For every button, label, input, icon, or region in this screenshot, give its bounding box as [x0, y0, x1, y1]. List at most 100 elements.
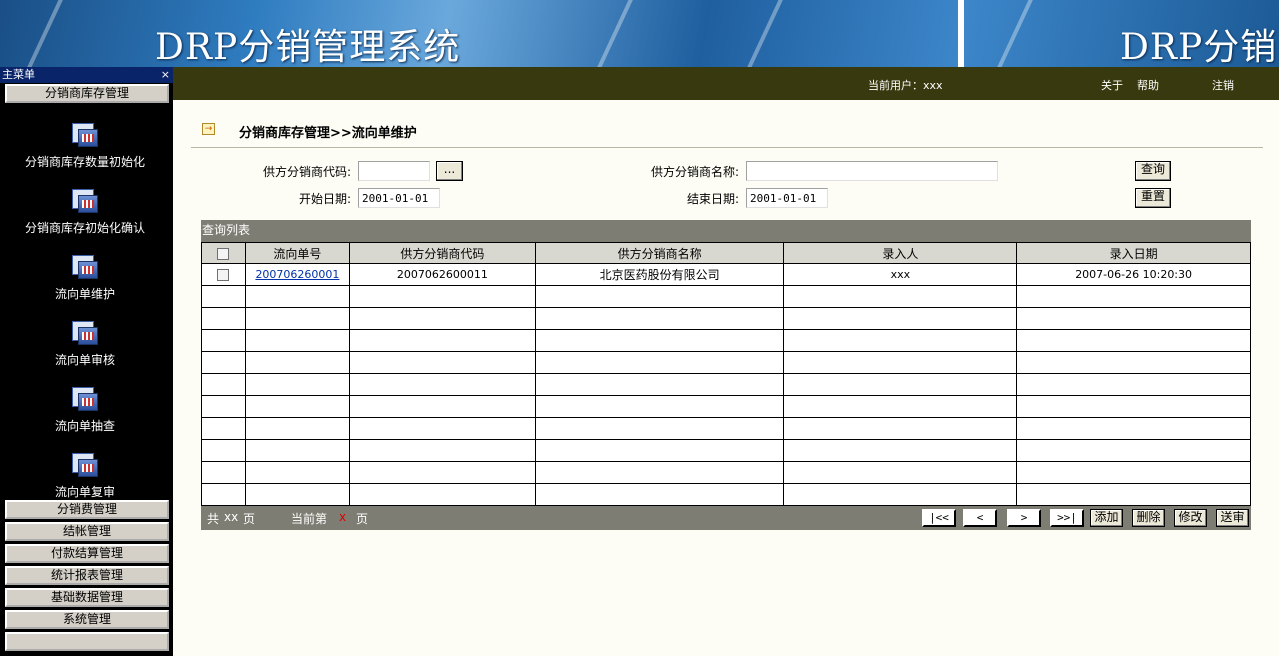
- table-cell: [783, 285, 1018, 308]
- table-cell: [1016, 439, 1251, 462]
- table-cell: [348, 329, 536, 352]
- table-cell: [244, 373, 350, 396]
- top-bar: 当前用户：xxx 关于 帮助 注销: [173, 67, 1279, 100]
- sidebar-item-flow-maintain[interactable]: 流向单维护: [0, 251, 170, 302]
- table-cell: [534, 439, 785, 462]
- table-row-empty: [201, 307, 1251, 330]
- query-button[interactable]: 查询: [1135, 161, 1171, 181]
- result-table: 流向单号 供方分销商代码 供方分销商名称 录入人 录入日期 2007062600…: [201, 242, 1251, 506]
- table-cell: [783, 307, 1018, 330]
- table-cell: [1016, 483, 1251, 506]
- table-row-empty: [201, 285, 1251, 308]
- table-cell: 2007-06-26 10:20:30: [1016, 263, 1251, 286]
- sidebar-category-reports[interactable]: 统计报表管理: [5, 566, 169, 585]
- table-cell: [1016, 417, 1251, 440]
- column-header[interactable]: 供方分销商名称: [534, 242, 785, 264]
- table-cell: xxx: [783, 263, 1018, 286]
- window-table-icon: [70, 383, 100, 413]
- sidebar-category-fee[interactable]: 分销费管理: [5, 500, 169, 519]
- start-date-input[interactable]: [358, 188, 440, 208]
- table-cell: [534, 307, 785, 330]
- table-cell: [348, 351, 536, 374]
- total-pages-prefix: 共: [207, 512, 220, 526]
- table-cell: [244, 395, 350, 418]
- table-cell: [201, 329, 246, 352]
- last-page-button[interactable]: >>|: [1050, 509, 1084, 527]
- column-header[interactable]: 录入人: [783, 242, 1018, 264]
- column-header[interactable]: 流向单号: [244, 242, 350, 264]
- logout-link[interactable]: 注销: [1212, 77, 1234, 93]
- window-table-icon: [70, 119, 100, 149]
- sidebar-category-system[interactable]: 系统管理: [5, 610, 169, 629]
- app-title-repeat: DRP分销: [1120, 27, 1278, 67]
- table-cell: [1016, 285, 1251, 308]
- table-cell: [244, 483, 350, 506]
- supplier-name-label: 供方分销商名称:: [650, 165, 739, 179]
- sidebar-category-payment[interactable]: 付款结算管理: [5, 544, 169, 563]
- table-cell: [244, 351, 350, 374]
- browse-button[interactable]: ...: [436, 161, 463, 181]
- table-cell: [348, 307, 536, 330]
- table-cell: [1016, 395, 1251, 418]
- table-cell: [1016, 461, 1251, 484]
- sidebar-item-label: 分销商库存数量初始化: [24, 155, 145, 169]
- column-header[interactable]: 供方分销商代码: [348, 242, 536, 264]
- row-checkbox[interactable]: [217, 269, 230, 281]
- table-row-empty: [201, 395, 1251, 418]
- supplier-name-input[interactable]: [746, 161, 998, 181]
- table-cell: [783, 483, 1018, 506]
- table-cell: [244, 329, 350, 352]
- table-cell: [348, 285, 536, 308]
- supplier-code-input[interactable]: [358, 161, 430, 181]
- table-row-empty: [201, 483, 1251, 506]
- sidebar-item-flow-spotcheck[interactable]: 流向单抽查: [0, 383, 170, 434]
- table-cell: [534, 417, 785, 440]
- table-row-empty: [201, 417, 1251, 440]
- start-date-label: 开始日期:: [298, 192, 351, 206]
- table-cell: [783, 373, 1018, 396]
- status-strip: [0, 656, 1279, 669]
- add-button[interactable]: 添加: [1090, 509, 1123, 527]
- column-header[interactable]: 录入日期: [1016, 242, 1251, 264]
- sidebar-item-flow-audit[interactable]: 流向单审核: [0, 317, 170, 368]
- table-cell: [783, 395, 1018, 418]
- reset-button[interactable]: 重置: [1135, 188, 1171, 208]
- table-cell: [1016, 329, 1251, 352]
- sidebar: 主菜单 × 分销商库存管理 分销商库存数量初始化 分销商库存初始化确认 流向单维…: [0, 67, 173, 656]
- row-select-cell: [201, 263, 246, 286]
- sidebar-item-inventory-confirm[interactable]: 分销商库存初始化确认: [0, 185, 170, 236]
- prev-page-button[interactable]: <: [963, 509, 997, 527]
- submit-review-button[interactable]: 送审: [1216, 509, 1249, 527]
- sidebar-category-basedata[interactable]: 基础数据管理: [5, 588, 169, 607]
- window-table-icon: [70, 251, 100, 281]
- sidebar-category-inventory[interactable]: 分销商库存管理: [5, 84, 169, 103]
- modify-button[interactable]: 修改: [1174, 509, 1207, 527]
- table-cell: [348, 417, 536, 440]
- about-link[interactable]: 关于: [1101, 77, 1123, 93]
- current-user: 当前用户：xxx: [868, 79, 943, 92]
- next-page-button[interactable]: >: [1007, 509, 1041, 527]
- sidebar-item-label: 流向单维护: [54, 287, 115, 301]
- table-cell: 北京医药股份有限公司: [534, 263, 785, 286]
- select-all-checkbox[interactable]: [217, 247, 230, 260]
- help-link[interactable]: 帮助: [1137, 77, 1159, 93]
- sidebar-category-checkout[interactable]: 结帐管理: [5, 522, 169, 541]
- table-cell: [1016, 373, 1251, 396]
- flow-number-link[interactable]: 200706260001: [255, 268, 339, 281]
- window-table-icon: [70, 185, 100, 215]
- table-cell: [534, 351, 785, 374]
- banner-separator: [958, 0, 964, 67]
- delete-button[interactable]: 删除: [1132, 509, 1165, 527]
- grid-title: 查询列表: [201, 220, 1251, 242]
- table-cell: [783, 329, 1018, 352]
- supplier-code-label: 供方分销商代码:: [262, 165, 351, 179]
- end-date-input[interactable]: [746, 188, 828, 208]
- table-cell: [534, 483, 785, 506]
- table-cell: [783, 461, 1018, 484]
- window-table-icon: [70, 449, 100, 479]
- close-icon[interactable]: ×: [161, 67, 170, 83]
- sidebar-item-flow-review[interactable]: 流向单复审: [0, 449, 170, 500]
- sidebar-item-inventory-init[interactable]: 分销商库存数量初始化: [0, 119, 170, 170]
- table-cell: [348, 461, 536, 484]
- first-page-button[interactable]: |<<: [922, 509, 956, 527]
